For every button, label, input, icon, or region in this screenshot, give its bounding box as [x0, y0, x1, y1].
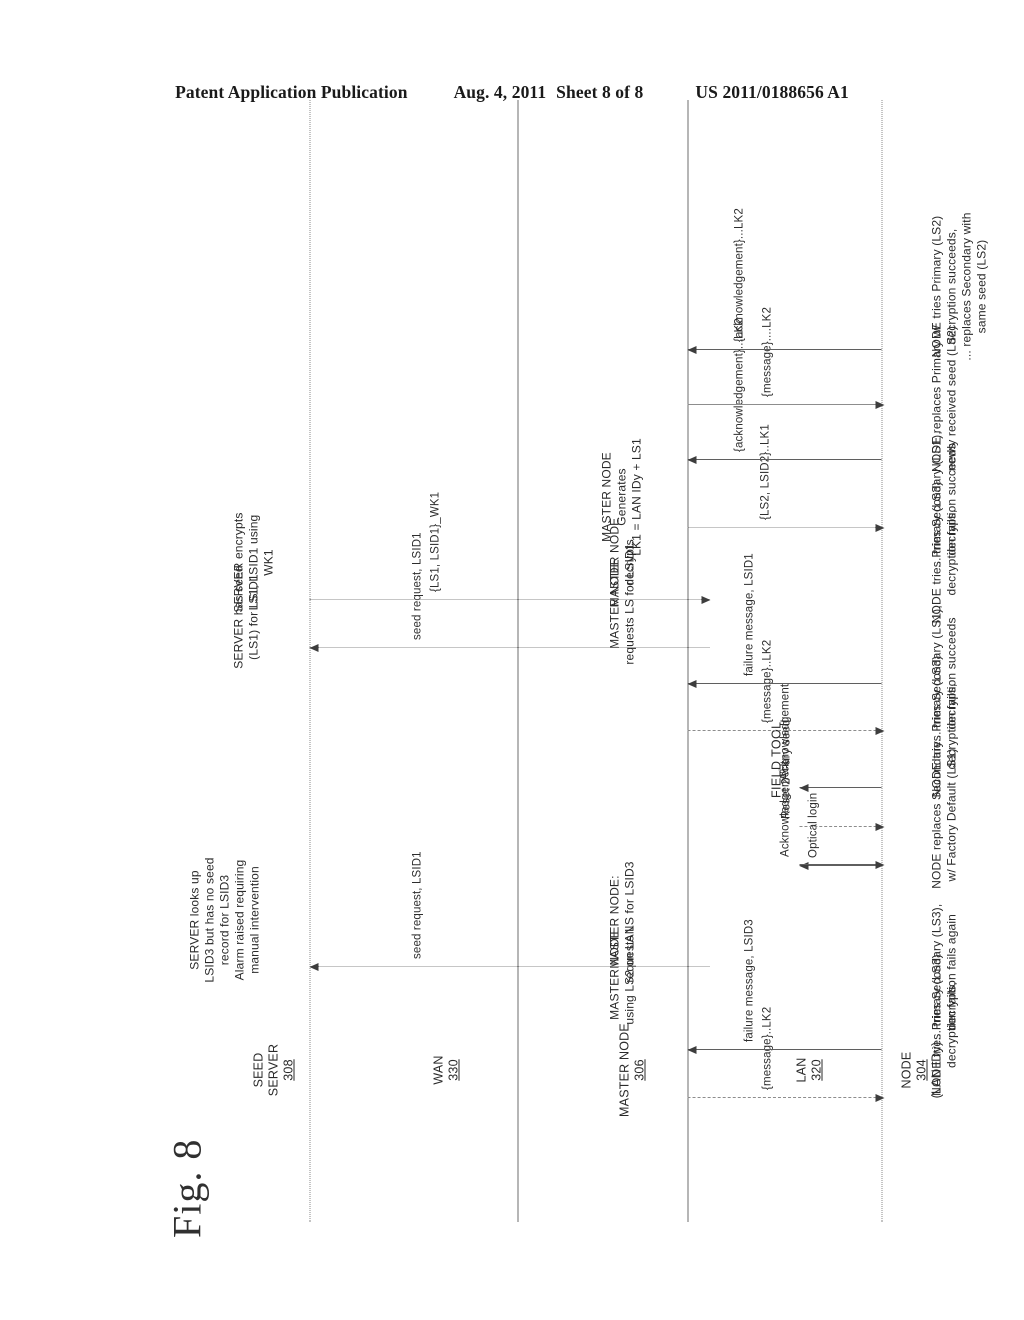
lane-label-wan: WAN 330 — [432, 1010, 462, 1130]
message-label-m8: {message}..LK2 — [761, 639, 774, 723]
arrowhead-m10 — [309, 644, 319, 653]
message-arrow-m6 — [799, 826, 882, 827]
lane-seed-server-num: 308 — [281, 1059, 296, 1081]
arrowhead-m2 — [687, 1046, 697, 1055]
arrowhead-m14 — [875, 401, 885, 410]
lane-label-seed-server: SEED SERVER 308 — [252, 1010, 297, 1130]
note-master-2: MASTER NODE: requests LS for LSID3 — [607, 861, 637, 983]
figure-stage: Fig. 8 SEED SERVER 308 WAN 330 MASTER NO… — [0, 0, 1024, 1320]
message-arrow-m5 — [799, 864, 882, 865]
message-arrow-m1 — [687, 1097, 882, 1098]
message-arrow-m2 — [687, 1049, 882, 1050]
lifeline-node — [881, 100, 883, 1222]
arrowhead-m15 — [687, 346, 697, 355]
message-label-m14: {message}....LK2 — [761, 307, 774, 397]
arrowhead-m1 — [875, 1094, 885, 1103]
message-arrow-m7 — [799, 787, 882, 788]
arrowhead-m12 — [875, 524, 885, 533]
message-arrow-m9 — [687, 683, 882, 684]
arrowhead-m6 — [875, 823, 885, 832]
arrowhead-m13 — [687, 456, 697, 465]
lane-wan-num: 330 — [446, 1059, 461, 1081]
lane-seed-server-line2: SERVER — [266, 1043, 281, 1097]
lane-seed-server-line1: SEED — [251, 1052, 266, 1088]
note-server-1: SERVER looks up LSID3 but has no seed re… — [187, 857, 262, 983]
message-arrow-m4 — [799, 865, 882, 866]
message-arrow-m14 — [687, 404, 882, 405]
lane-wan-line1: WAN — [431, 1055, 446, 1085]
message-label-m15: {acknowledgement}...LK2 — [733, 208, 746, 342]
message-label-m3: seed request, LSID1 — [411, 851, 424, 959]
message-arrow-m13 — [687, 459, 882, 460]
arrowhead-m3 — [309, 963, 319, 972]
message-arrow-m3 — [309, 966, 710, 967]
lifeline-seed-server — [309, 100, 311, 1222]
lane-node-line1: NODE — [899, 1051, 914, 1089]
message-label-m10: seed request, LSID1 — [411, 532, 424, 640]
message-arrow-m10 — [309, 647, 710, 648]
message-label-m12: {LS2, LSID2}..LK1 — [759, 424, 772, 520]
message-label-m2: failure message, LSID3 — [743, 919, 756, 1042]
message-label-m11: {LS1, LSID1}_WK1 — [429, 491, 442, 592]
message-arrow-m11 — [309, 599, 710, 600]
lane-node-num: 304 — [914, 1059, 929, 1081]
lane-lan-line1: LAN — [794, 1057, 809, 1083]
figure-label: Fig. 8 — [164, 1138, 210, 1238]
sequence-diagram: Fig. 8 SEED SERVER 308 WAN 330 MASTER NO… — [140, 70, 989, 1250]
lane-lan-num: 320 — [809, 1059, 824, 1081]
arrowhead-m5 — [875, 861, 885, 870]
arrowhead-m11 — [701, 596, 711, 605]
arrowhead-m9 — [687, 680, 697, 689]
arrowhead-m8 — [875, 727, 885, 736]
message-arrow-m15 — [687, 349, 882, 350]
note-node-9: NODE tries Primary (LS2) decryption succ… — [929, 212, 989, 361]
arrowhead-m7 — [799, 784, 809, 793]
message-arrow-m8 — [687, 730, 882, 731]
lifeline-wan-boundary — [517, 100, 519, 1222]
message-label-m7: Acknowledgement — [779, 683, 792, 780]
lane-label-lan: LAN 320 — [795, 1010, 825, 1130]
note-master-5: MASTER NODE Generates LK1 = LAN IDy + LS… — [599, 438, 644, 556]
message-label-m9: failure message, LSID1 — [743, 553, 756, 676]
message-arrow-m12 — [687, 527, 882, 528]
note-server-3: SERVER encrypts LS1, LSID1 using WK1 — [231, 512, 276, 613]
